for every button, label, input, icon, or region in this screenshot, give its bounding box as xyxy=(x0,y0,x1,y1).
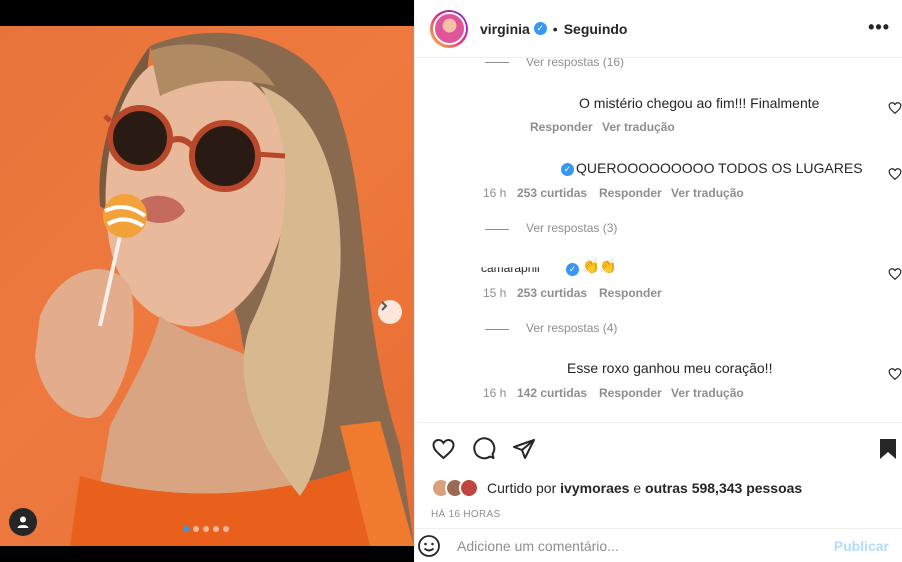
translate-link[interactable]: Ver tradução xyxy=(671,386,744,400)
carousel-dot xyxy=(213,526,219,532)
like-comment-icon[interactable] xyxy=(888,167,902,181)
like-comment-icon[interactable] xyxy=(888,101,902,115)
like-comment-icon[interactable] xyxy=(888,267,902,281)
likes-joiner: e xyxy=(633,480,642,496)
tagged-users-button[interactable] xyxy=(9,508,37,536)
comment-input[interactable] xyxy=(457,537,817,554)
replies-line xyxy=(485,329,509,330)
author-avatar[interactable] xyxy=(430,9,468,48)
comment-likes[interactable]: 253 curtidas xyxy=(517,186,587,200)
like-icon[interactable] xyxy=(431,437,456,461)
next-slide-button[interactable] xyxy=(378,300,402,324)
verified-icon: ✓ xyxy=(533,22,547,35)
reply-link[interactable]: Responder xyxy=(599,386,662,400)
avatar-image xyxy=(432,12,466,45)
comment-text: QUEROOOOOOOOO TODOS OS LUGARES xyxy=(576,160,863,176)
author-username[interactable]: virginia xyxy=(480,21,530,37)
like-comment-icon[interactable] xyxy=(888,367,902,381)
post-timestamp[interactable]: HÁ 16 HORAS xyxy=(431,509,500,520)
view-replies-link[interactable]: Ver respostas (3) xyxy=(526,221,617,235)
likes-others-count[interactable]: outras 598,343 pessoas xyxy=(645,480,802,496)
translate-link[interactable]: Ver tradução xyxy=(602,120,675,134)
carousel-dot xyxy=(183,526,189,532)
chevron-right-icon xyxy=(381,301,388,311)
post-header: virginia ✓ • Seguindo ••• xyxy=(415,0,902,58)
following-button[interactable]: Seguindo xyxy=(564,21,628,37)
replies-line xyxy=(485,62,509,63)
likes-summary: Curtido por ivymoraes e outras 598,343 p… xyxy=(431,478,802,498)
add-comment-bar: Publicar xyxy=(415,528,902,562)
share-icon[interactable] xyxy=(512,437,536,461)
view-replies-link[interactable]: Ver respostas (16) xyxy=(526,58,624,69)
verified-icon: ✓ xyxy=(566,263,579,276)
emoji-icon[interactable] xyxy=(417,534,441,558)
comment-username[interactable]: camaraphil xyxy=(481,267,540,275)
comments-list: Ver respostas (16) O mistério chegou ao … xyxy=(415,58,902,420)
translate-link[interactable]: Ver tradução xyxy=(671,186,744,200)
publish-button[interactable]: Publicar xyxy=(834,538,889,554)
comment-time[interactable]: 16 h xyxy=(483,386,506,400)
verified-icon: ✓ xyxy=(561,163,574,176)
likes-text: Curtido por ivymoraes e outras 598,343 p… xyxy=(487,480,802,496)
post-actions xyxy=(415,422,902,472)
comment-likes[interactable]: 142 curtidas xyxy=(517,386,587,400)
liked-by-label: Curtido por xyxy=(487,480,557,496)
reply-link[interactable]: Responder xyxy=(530,120,593,134)
comment-likes[interactable]: 253 curtidas xyxy=(517,286,587,300)
view-replies-link[interactable]: Ver respostas (4) xyxy=(526,321,617,335)
save-bookmark-icon[interactable] xyxy=(878,437,898,461)
comment-text: 👏👏 xyxy=(582,258,617,274)
liker-username[interactable]: ivymoraes xyxy=(560,480,629,496)
comment-text: O mistério chegou ao fim!!! Finalmente xyxy=(579,95,820,111)
post-media xyxy=(0,0,414,562)
post-photo[interactable] xyxy=(0,26,414,546)
more-options-icon[interactable]: ••• xyxy=(868,17,890,38)
comment-time[interactable]: 16 h xyxy=(483,186,506,200)
comment-text: Esse roxo ganhou meu coração!! xyxy=(567,360,773,376)
user-icon xyxy=(17,516,29,528)
reply-link[interactable]: Responder xyxy=(599,286,662,300)
comment-icon[interactable] xyxy=(472,437,496,461)
comment-time[interactable]: 15 h xyxy=(483,286,506,300)
separator-dot: • xyxy=(552,20,558,37)
replies-line xyxy=(485,229,509,230)
carousel-dot xyxy=(193,526,199,532)
portrait-illustration xyxy=(35,32,414,546)
carousel-dots xyxy=(183,526,229,532)
carousel-dot xyxy=(203,526,209,532)
carousel-dot xyxy=(223,526,229,532)
liker-avatar[interactable] xyxy=(459,478,479,498)
reply-link[interactable]: Responder xyxy=(599,186,662,200)
post-side-panel: virginia ✓ • Seguindo ••• Ver respostas … xyxy=(414,0,902,562)
